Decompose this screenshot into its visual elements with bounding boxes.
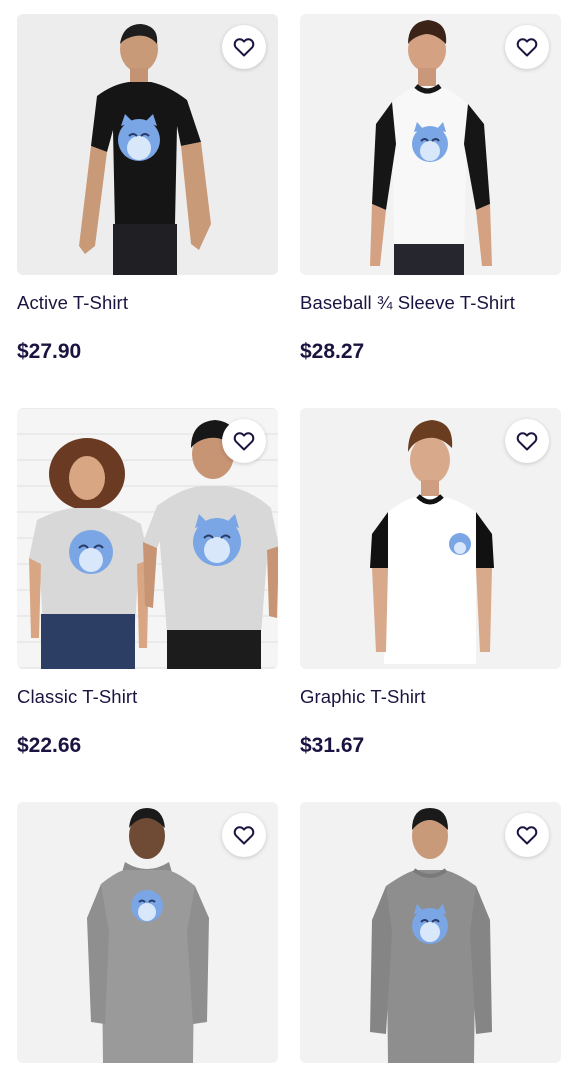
mascot-graphic bbox=[449, 533, 471, 555]
product-card-graphic-tshirt[interactable]: Graphic T-Shirt $31.67 bbox=[300, 408, 561, 758]
mascot-graphic bbox=[118, 114, 160, 161]
product-grid: Active T-Shirt $27.90 Baseball ¾ Sleeve … bbox=[0, 0, 577, 1063]
product-card-active-tshirt[interactable]: Active T-Shirt $27.90 bbox=[17, 14, 278, 364]
mascot-graphic bbox=[412, 904, 448, 944]
favorite-button[interactable] bbox=[222, 25, 266, 69]
heart-outline-icon bbox=[233, 826, 255, 845]
mascot-graphic bbox=[412, 122, 448, 162]
heart-outline-icon bbox=[233, 38, 255, 57]
product-title[interactable]: Baseball ¾ Sleeve T-Shirt bbox=[300, 292, 561, 314]
product-image[interactable] bbox=[17, 408, 278, 669]
favorite-button[interactable] bbox=[505, 25, 549, 69]
heart-outline-icon bbox=[516, 38, 538, 57]
product-price: $28.27 bbox=[300, 340, 365, 363]
product-image[interactable] bbox=[300, 14, 561, 275]
product-title[interactable]: Classic T-Shirt bbox=[17, 686, 278, 708]
product-price: $22.66 bbox=[17, 734, 82, 757]
product-image[interactable] bbox=[300, 408, 561, 669]
heart-outline-icon bbox=[516, 826, 538, 845]
product-card-sweatshirt[interactable] bbox=[300, 802, 561, 1089]
product-card-classic-tshirt[interactable]: Classic T-Shirt $22.66 bbox=[17, 408, 278, 758]
mascot-graphic bbox=[131, 890, 163, 922]
product-image[interactable] bbox=[17, 14, 278, 275]
heart-outline-icon bbox=[233, 432, 255, 451]
product-price: $27.90 bbox=[17, 340, 82, 363]
product-card-baseball-tshirt[interactable]: Baseball ¾ Sleeve T-Shirt $28.27 bbox=[300, 14, 561, 364]
favorite-button[interactable] bbox=[222, 419, 266, 463]
product-title[interactable]: Active T-Shirt bbox=[17, 292, 278, 314]
favorite-button[interactable] bbox=[505, 419, 549, 463]
heart-outline-icon bbox=[516, 432, 538, 451]
product-price: $31.67 bbox=[300, 734, 365, 757]
favorite-button[interactable] bbox=[222, 813, 266, 857]
product-title[interactable]: Graphic T-Shirt bbox=[300, 686, 561, 708]
favorite-button[interactable] bbox=[505, 813, 549, 857]
product-card-hoodie[interactable] bbox=[17, 802, 278, 1089]
